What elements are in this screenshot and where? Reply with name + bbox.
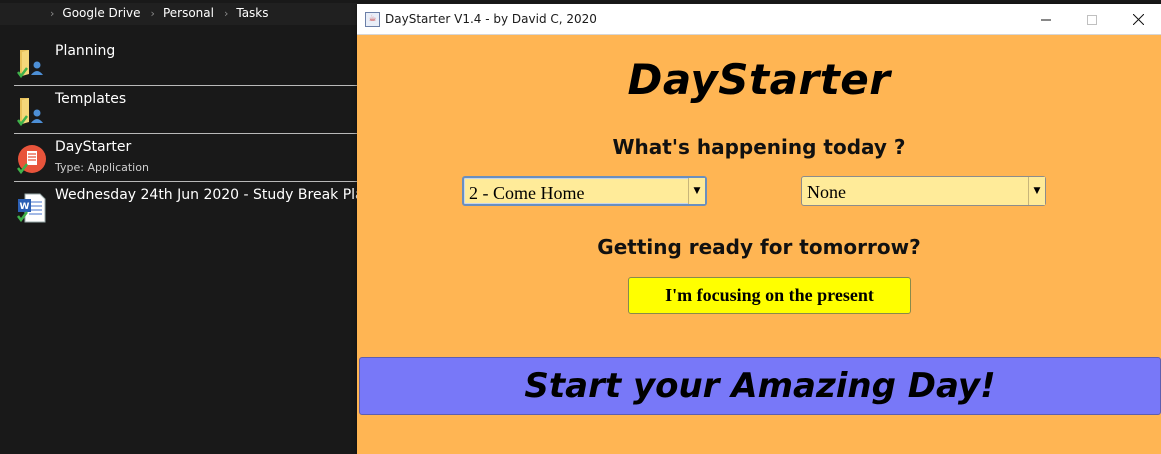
file-list: Planning Templates DayStarter Type: Appl…	[0, 38, 373, 230]
file-type-label: Type: Application	[55, 161, 149, 174]
today-select-2[interactable]: None ▼	[801, 176, 1046, 206]
breadcrumb-items: › Google Drive › Personal › Tasks	[50, 6, 279, 20]
focus-present-button[interactable]: I'm focusing on the present	[628, 277, 911, 314]
list-item-planning[interactable]: Planning	[14, 38, 357, 86]
list-item-study-break-plan[interactable]: W Wednesday 24th Jun 2020 - Study Break …	[14, 182, 373, 230]
application-icon	[16, 144, 46, 176]
app-heading: DayStarter	[627, 55, 891, 104]
window-title: DayStarter V1.4 - by David C, 2020	[385, 12, 597, 26]
daystarter-window: ☕ DayStarter V1.4 - by David C, 2020 Day…	[357, 4, 1161, 454]
close-button[interactable]	[1115, 4, 1161, 35]
java-app-icon: ☕	[365, 12, 380, 27]
dropdown-arrow-icon[interactable]: ▼	[688, 178, 705, 204]
today-select-2-value: None	[807, 182, 846, 202]
file-name: Templates	[55, 91, 127, 107]
breadcrumb-tasks[interactable]: Tasks	[236, 6, 268, 20]
maximize-button[interactable]	[1069, 4, 1115, 35]
dropdown-arrow-icon[interactable]: ▼	[1028, 177, 1045, 205]
minimize-button[interactable]	[1023, 4, 1069, 35]
breadcrumb-google-drive[interactable]: Google Drive	[62, 6, 140, 20]
file-name: Planning	[55, 43, 116, 59]
window-titlebar[interactable]: ☕ DayStarter V1.4 - by David C, 2020	[357, 4, 1161, 35]
word-document-icon: W	[16, 192, 46, 224]
today-select-1[interactable]: 2 - Come Home ▼	[462, 176, 707, 206]
today-select-1-value: 2 - Come Home	[469, 183, 585, 203]
tomorrow-question-label: Getting ready for tomorrow?	[597, 235, 921, 259]
app-content: DayStarter What's happening today ? 2 - …	[357, 35, 1161, 454]
svg-text:W: W	[20, 202, 30, 212]
start-day-button[interactable]: Start your Amazing Day!	[359, 357, 1161, 415]
shared-folder-icon	[16, 96, 46, 128]
chevron-right-icon: ›	[50, 6, 55, 20]
file-name: Wednesday 24th Jun 2020 - Study Break Pl…	[55, 187, 373, 203]
shared-folder-icon	[16, 48, 46, 80]
breadcrumb-personal[interactable]: Personal	[163, 6, 214, 20]
list-item-templates[interactable]: Templates	[14, 86, 357, 134]
today-question-label: What's happening today ?	[612, 135, 906, 159]
chevron-right-icon: ›	[223, 6, 229, 20]
list-item-daystarter[interactable]: DayStarter Type: Application	[14, 134, 357, 182]
file-name: DayStarter	[55, 139, 132, 155]
chevron-right-icon: ›	[150, 6, 155, 20]
